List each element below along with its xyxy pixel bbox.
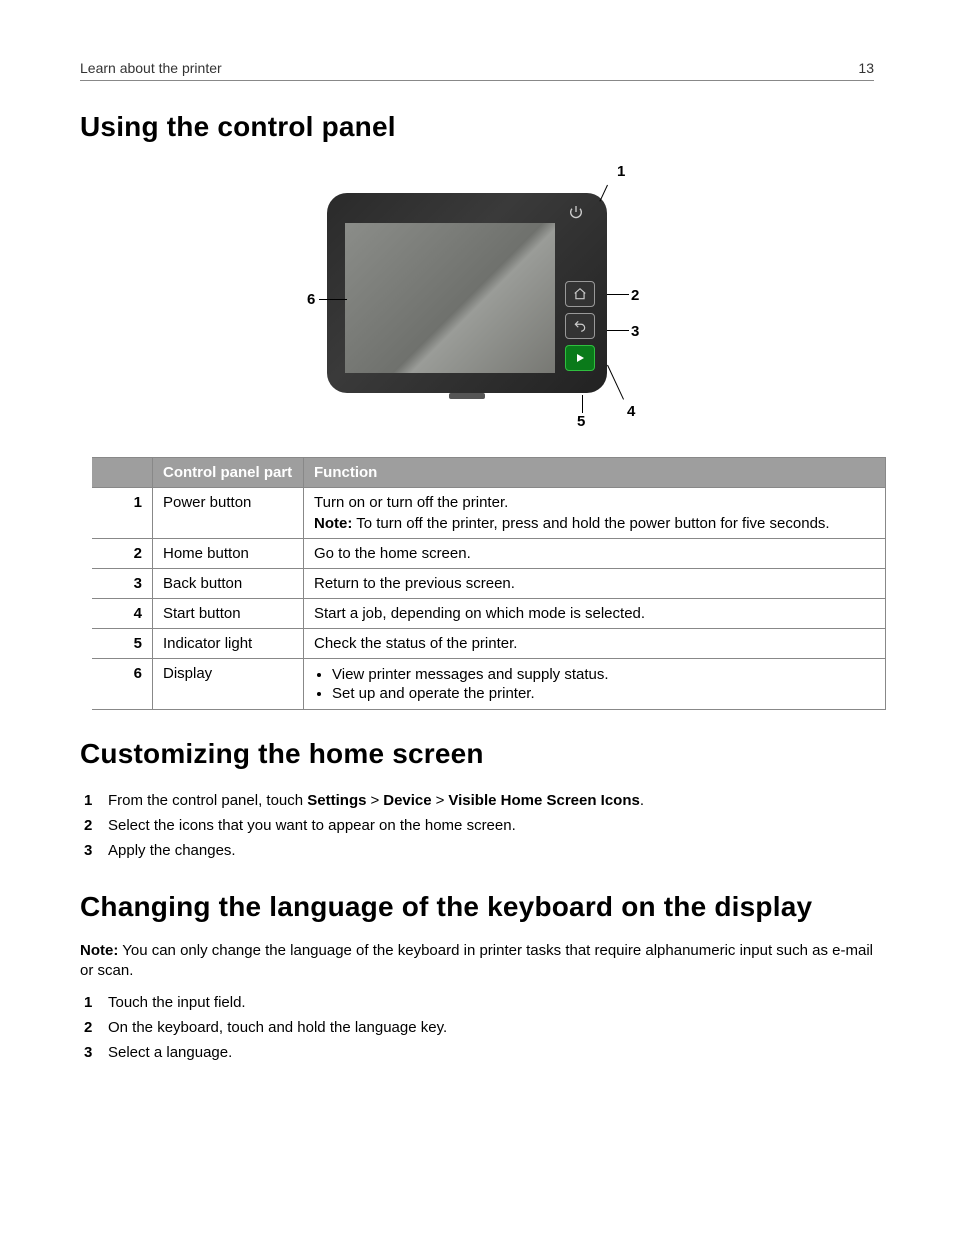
list-item: From the control panel, touch Settings>D… — [98, 788, 874, 813]
customize-steps: From the control panel, touch Settings>D… — [80, 788, 874, 863]
table-header-part: Control panel part — [153, 458, 304, 488]
list-item: Apply the changes. — [98, 838, 874, 863]
heading-customizing-home-screen: Customizing the home screen — [80, 738, 874, 770]
callout-1: 1 — [617, 163, 625, 180]
control-panel-body — [327, 193, 607, 393]
control-panel-illustration: 1 2 3 4 5 6 — [80, 163, 874, 433]
header-section-title: Learn about the printer — [80, 60, 222, 76]
list-item: Select the icons that you want to appear… — [98, 813, 874, 838]
list-item: Touch the input field. — [98, 990, 874, 1015]
callout-3: 3 — [631, 323, 639, 340]
func-bullets: View printer messages and supply status.… — [314, 665, 875, 703]
callout-6: 6 — [307, 291, 315, 308]
display-screen — [345, 223, 555, 373]
callout-5: 5 — [577, 413, 585, 430]
func-note: Note: To turn off the printer, press and… — [314, 515, 875, 532]
back-icon — [565, 313, 595, 339]
running-header: Learn about the printer 13 — [80, 60, 874, 81]
language-steps: Touch the input field. On the keyboard, … — [80, 990, 874, 1065]
table-header-function: Function — [304, 458, 886, 488]
table-row: 5 Indicator light Check the status of th… — [92, 629, 886, 659]
table-row: 4 Start button Start a job, depending on… — [92, 599, 886, 629]
indicator-light — [449, 393, 485, 399]
table-row: 2 Home button Go to the home screen. — [92, 539, 886, 569]
callout-4: 4 — [627, 403, 635, 420]
language-note: Note: You can only change the language o… — [80, 941, 874, 982]
list-item: Select a language. — [98, 1040, 874, 1065]
list-item: On the keyboard, touch and hold the lang… — [98, 1015, 874, 1040]
func-text: Turn on or turn off the printer. — [314, 494, 875, 511]
heading-changing-keyboard-language: Changing the language of the keyboard on… — [80, 891, 874, 923]
page-number: 13 — [858, 60, 874, 76]
table-row: 1 Power button Turn on or turn off the p… — [92, 488, 886, 539]
callout-2: 2 — [631, 287, 639, 304]
home-icon — [565, 281, 595, 307]
power-icon — [565, 201, 587, 223]
control-panel-table: Control panel part Function 1 Power butt… — [92, 457, 886, 710]
table-row: 3 Back button Return to the previous scr… — [92, 569, 886, 599]
start-icon — [565, 345, 595, 371]
table-row: 6 Display View printer messages and supp… — [92, 659, 886, 710]
table-header-num — [92, 458, 153, 488]
heading-using-control-panel: Using the control panel — [80, 111, 874, 143]
